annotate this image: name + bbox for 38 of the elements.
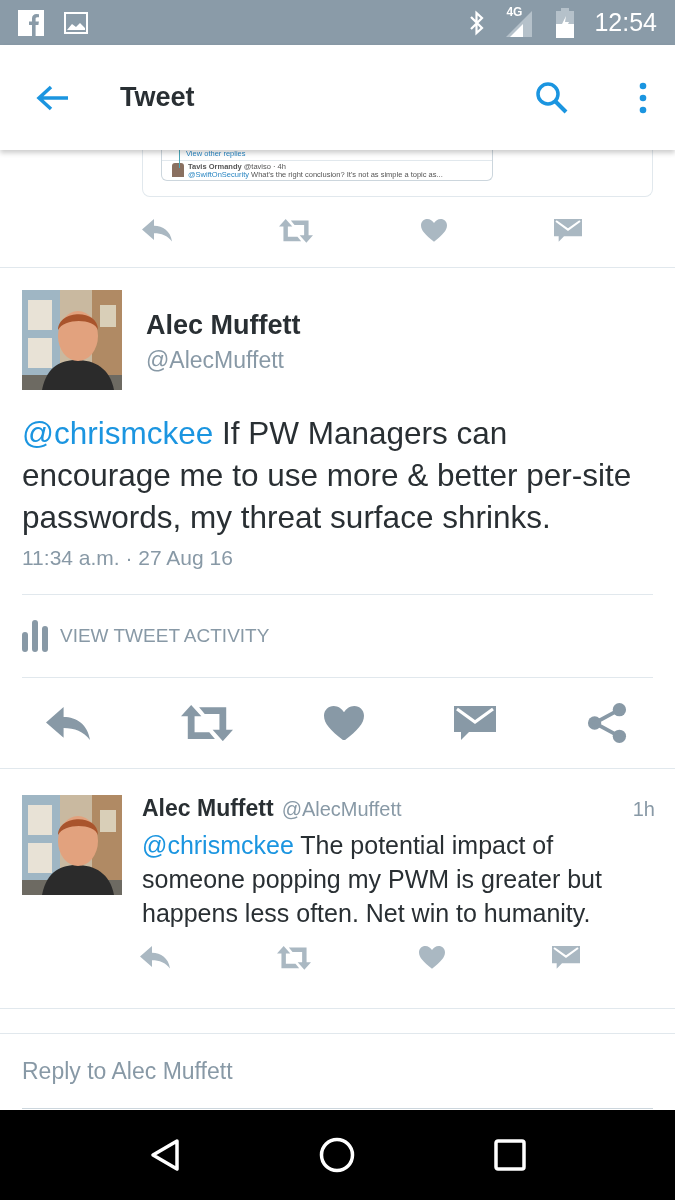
mention-link[interactable]: @chrismckee	[142, 831, 294, 859]
avatar-icon	[172, 163, 184, 177]
clock: 12:54	[594, 8, 657, 37]
retweet-button[interactable]	[279, 219, 314, 243]
reply-button[interactable]	[46, 706, 90, 740]
like-button[interactable]	[418, 946, 445, 969]
tweet-timestamp: 11:34 a.m. · 27 Aug 16	[22, 546, 653, 595]
home-nav-button[interactable]	[319, 1137, 356, 1173]
author-name: Alec Muffett	[142, 795, 274, 822]
author-handle: @AlecMuffett	[146, 347, 285, 374]
back-nav-button[interactable]	[149, 1138, 182, 1172]
recents-nav-button[interactable]	[493, 1139, 526, 1171]
like-button[interactable]	[323, 705, 364, 741]
back-button[interactable]	[36, 83, 70, 112]
like-button[interactable]	[420, 219, 447, 242]
message-button[interactable]	[554, 219, 582, 242]
tweet-text: @chrismckee If PW Managers can encourage me to use more & better per-site passwords, my threat surface shrinks.	[22, 414, 633, 537]
author-handle: @AlecMuffett	[281, 798, 403, 821]
author-name: Alec Muffett	[146, 310, 301, 341]
share-button[interactable]	[587, 703, 627, 743]
message-button[interactable]	[454, 706, 497, 740]
search-button[interactable]	[535, 80, 569, 115]
more-menu-button[interactable]	[639, 81, 647, 114]
mention-link[interactable]: @chrismckee	[22, 415, 214, 451]
retweet-button[interactable]	[180, 704, 233, 742]
screen-title: Tweet	[120, 82, 196, 113]
view-activity-button[interactable]: VIEW TWEET ACTIVITY	[22, 595, 653, 678]
network-label: 4G	[506, 4, 523, 19]
battery-icon	[556, 7, 575, 38]
facebook-icon	[18, 9, 44, 36]
reply-button[interactable]	[140, 946, 170, 969]
message-button[interactable]	[552, 946, 580, 969]
image-icon	[64, 11, 88, 34]
retweet-button[interactable]	[277, 946, 312, 970]
reply-button[interactable]	[142, 219, 172, 242]
bar-chart-icon	[22, 620, 48, 652]
tweet-text: @chrismckee The potential impact of someone popping my PWM is greater but happens less often. Net win to humanity.	[142, 830, 603, 929]
tweet-time: 1h	[632, 798, 655, 821]
